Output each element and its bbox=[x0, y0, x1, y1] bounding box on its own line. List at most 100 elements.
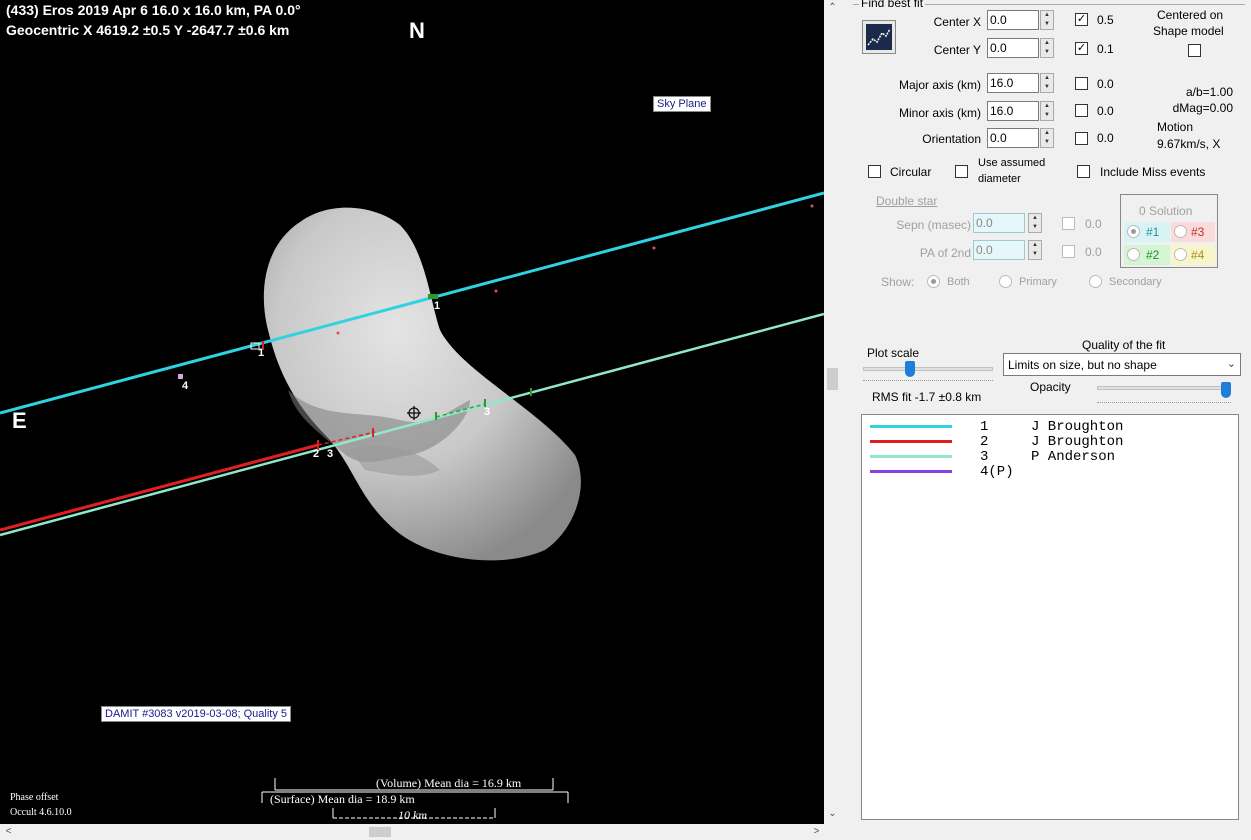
plot-scale-thumb[interactable] bbox=[905, 361, 915, 377]
damit-label: DAMIT #3083 v2019-03-08; Quality 5 bbox=[101, 706, 292, 722]
dot bbox=[494, 289, 498, 293]
legend-num-1: 1 bbox=[980, 419, 989, 435]
opacity-ticks bbox=[1097, 402, 1231, 405]
horizontal-scroll-thumb[interactable] bbox=[369, 827, 391, 837]
chevron-down-icon: ⌄ bbox=[1226, 358, 1236, 370]
include-miss-checkbox[interactable] bbox=[1077, 165, 1090, 178]
major-axis-label: Major axis (km) bbox=[898, 78, 981, 92]
major-axis-step: 0.0 bbox=[1097, 77, 1114, 91]
circular-checkbox[interactable] bbox=[868, 165, 881, 178]
find-best-fit-title: Find best fit bbox=[859, 0, 926, 10]
pa2-checkbox[interactable] bbox=[1062, 245, 1075, 258]
pa2-label: PA of 2nd bbox=[919, 246, 971, 260]
legend-num-3: 3 bbox=[980, 449, 989, 465]
centered-on-shape-checkbox[interactable] bbox=[1188, 44, 1201, 57]
center-x-spinner[interactable]: ▲ ▼ bbox=[1040, 10, 1054, 30]
occultation-plot[interactable]: (433) Eros 2019 Apr 6 16.0 x 16.0 km, PA… bbox=[0, 0, 824, 824]
fit-graph-icon bbox=[866, 24, 892, 50]
plot-scale-ticks bbox=[863, 380, 993, 383]
solution-4-radio[interactable] bbox=[1174, 248, 1187, 261]
minor-axis-input[interactable] bbox=[987, 101, 1039, 121]
minor-axis-checkbox[interactable] bbox=[1075, 104, 1088, 117]
find-best-fit-button[interactable] bbox=[862, 20, 896, 54]
major-axis-checkbox[interactable] bbox=[1075, 77, 1088, 90]
orientation-checkbox[interactable] bbox=[1075, 132, 1088, 145]
legend-line-3 bbox=[870, 455, 952, 458]
chord-2-line bbox=[0, 443, 319, 532]
major-axis-spinner[interactable]: ▲ ▼ bbox=[1040, 73, 1054, 93]
quality-label: Quality of the fit bbox=[1082, 338, 1166, 352]
chord-1-mark bbox=[428, 294, 438, 299]
center-x-step: 0.5 bbox=[1097, 13, 1114, 27]
vertical-scroll-thumb[interactable] bbox=[827, 368, 838, 390]
chord-4-point bbox=[178, 374, 183, 379]
chord-label-1b: 1 bbox=[258, 347, 265, 359]
plot-header-line2: Geocentric X 4619.2 ±0.5 Y -2647.7 ±0.6 … bbox=[6, 22, 290, 38]
motion-value: 9.67km/s, X bbox=[1157, 137, 1221, 151]
show-primary-radio[interactable] bbox=[999, 275, 1012, 288]
dot bbox=[652, 246, 656, 250]
vertical-scrollbar[interactable]: ⌃ ⌄ bbox=[824, 0, 841, 824]
solution-3-radio[interactable] bbox=[1174, 225, 1187, 238]
scroll-down-icon[interactable]: ⌄ bbox=[824, 806, 841, 822]
asteroid-shape-model bbox=[263, 207, 581, 561]
dmag-value: dMag=0.00 bbox=[1172, 101, 1233, 115]
show-primary-label: Primary bbox=[1019, 276, 1057, 288]
dot bbox=[336, 331, 340, 335]
pa2-step: 0.0 bbox=[1085, 245, 1102, 259]
chord-label-1: 1 bbox=[434, 300, 441, 312]
circular-label: Circular bbox=[890, 165, 932, 179]
horizontal-scrollbar[interactable]: < > bbox=[0, 824, 841, 840]
legend-num-2: 2 bbox=[980, 434, 989, 450]
scroll-up-icon[interactable]: ⌃ bbox=[824, 0, 841, 16]
scroll-left-icon[interactable]: < bbox=[0, 824, 17, 840]
sepn-input[interactable] bbox=[973, 213, 1025, 233]
center-x-checkbox[interactable]: ✓ bbox=[1075, 13, 1088, 26]
center-y-input[interactable] bbox=[987, 38, 1039, 58]
pa2-input[interactable] bbox=[973, 240, 1025, 260]
center-x-input[interactable] bbox=[987, 10, 1039, 30]
shape-model-label: Shape model bbox=[1153, 24, 1224, 38]
scroll-right-icon[interactable]: > bbox=[808, 824, 825, 840]
sepn-checkbox[interactable] bbox=[1062, 217, 1075, 230]
center-y-checkbox[interactable]: ✓ bbox=[1075, 42, 1088, 55]
north-label: N bbox=[409, 18, 425, 43]
double-star-title: Double star bbox=[876, 194, 938, 208]
orientation-spinner[interactable]: ▲ ▼ bbox=[1040, 128, 1054, 148]
center-y-spinner[interactable]: ▲ ▼ bbox=[1040, 38, 1054, 58]
include-miss-label: Include Miss events bbox=[1100, 165, 1206, 179]
sky-plane-label: Sky Plane bbox=[653, 96, 711, 112]
chord-label-4: 4 bbox=[182, 380, 189, 392]
orientation-input[interactable] bbox=[987, 128, 1039, 148]
surface-dia-label: (Surface) Mean dia = 18.9 km bbox=[270, 792, 415, 806]
sepn-spinner[interactable]: ▲ ▼ bbox=[1028, 213, 1042, 233]
show-secondary-radio[interactable] bbox=[1089, 275, 1102, 288]
use-assumed-diameter-checkbox[interactable] bbox=[955, 165, 968, 178]
solution-1-radio[interactable] bbox=[1127, 225, 1140, 238]
sepn-label: Sepn (masec) bbox=[896, 218, 971, 232]
pa2-spinner[interactable]: ▲ ▼ bbox=[1028, 240, 1042, 260]
plot-scale-track[interactable] bbox=[863, 367, 993, 371]
phase-offset-label: Phase offset bbox=[10, 792, 59, 803]
minor-axis-spinner[interactable]: ▲ ▼ bbox=[1040, 101, 1054, 121]
show-both-radio[interactable] bbox=[927, 275, 940, 288]
chord-label-3: 3 bbox=[484, 406, 491, 418]
solution-2-label: #2 bbox=[1146, 248, 1160, 262]
use-assumed-label: Use assumed bbox=[978, 157, 1046, 169]
quality-select[interactable]: Limits on size, but no shape ⌄ bbox=[1003, 353, 1241, 376]
east-label: E bbox=[12, 408, 27, 433]
plot-header-line1: (433) Eros 2019 Apr 6 16.0 x 16.0 km, PA… bbox=[6, 2, 301, 18]
legend-name-3: P Anderson bbox=[1031, 449, 1116, 465]
fit-controls-panel: Find best fit Center X ▲▼ ✓ 0.5 Center Y… bbox=[841, 0, 1251, 840]
solution-4-label: #4 bbox=[1191, 248, 1205, 262]
opacity-track[interactable] bbox=[1097, 386, 1231, 390]
major-axis-input[interactable] bbox=[987, 73, 1039, 93]
version-label: Occult 4.6.10.0 bbox=[10, 807, 72, 818]
legend-name-1: J Broughton bbox=[1031, 419, 1124, 435]
centered-on-label: Centered on bbox=[1157, 8, 1224, 22]
legend-line-4 bbox=[870, 470, 952, 473]
opacity-thumb[interactable] bbox=[1221, 382, 1231, 398]
chord-label-2: 2 bbox=[313, 448, 320, 460]
solution-2-radio[interactable] bbox=[1127, 248, 1140, 261]
chord-label-3b: 3 bbox=[327, 448, 334, 460]
